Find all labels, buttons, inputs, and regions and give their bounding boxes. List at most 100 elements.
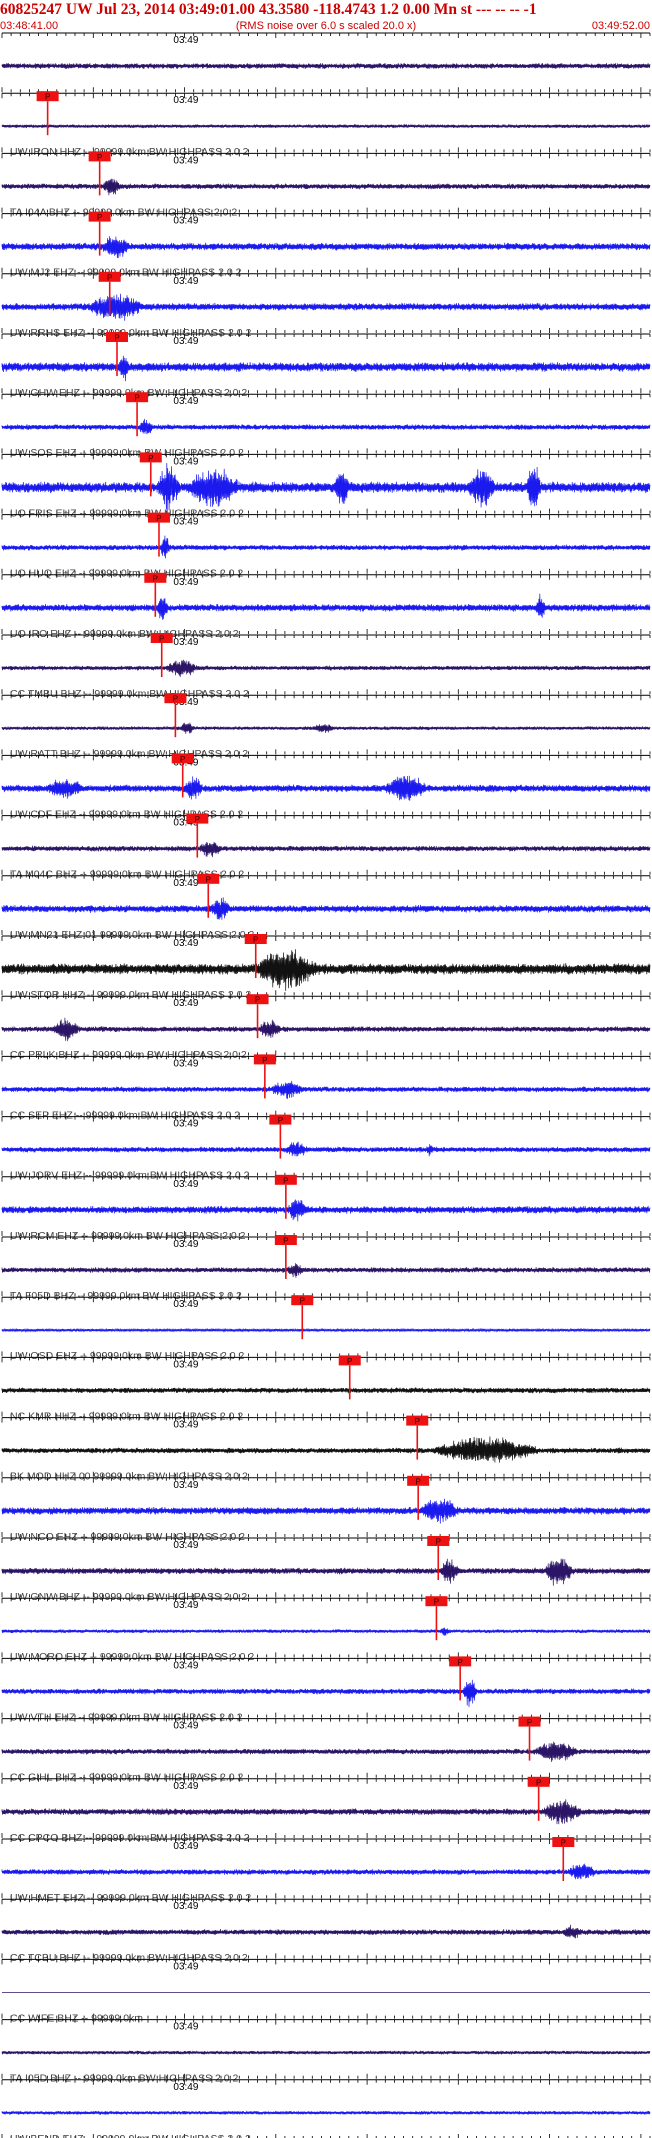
minute-label: 03:49 xyxy=(173,396,198,407)
minute-label: 03:49 xyxy=(173,1179,198,1190)
waveform xyxy=(1,2050,651,2055)
axis-ticks xyxy=(1,1237,651,1297)
waveform xyxy=(1,897,651,920)
station-label: NC KMR HHZ -- 99999.0km BW HIGHPASS 2.0 … xyxy=(10,1410,243,1422)
minute-label: 03:49 xyxy=(173,938,198,949)
station-label: UW RCM EHZ -- 99999.0km BW HIGHPASS 2.0 … xyxy=(10,1230,246,1242)
axis-ticks xyxy=(1,574,651,634)
minute-label: 03:49 xyxy=(173,637,198,648)
waveform xyxy=(1,1199,651,1222)
minute-label: 03:49 xyxy=(173,1540,198,1551)
minute-label: 03:49 xyxy=(173,456,198,467)
minute-label: 03:49 xyxy=(173,878,198,889)
minute-label: 03:49 xyxy=(173,95,198,106)
station-label: TA I04A BHZ -- 99999.0km BW HIGHPASS 2.0… xyxy=(10,206,237,218)
station-label: UW HMET EHZ -- 99999.0km BW HIGHPASS 2.0… xyxy=(10,1892,251,1904)
minute-label: 03:49 xyxy=(173,1299,198,1310)
minute-label: 03:49 xyxy=(173,1961,198,1972)
axis-ticks xyxy=(1,1417,651,1477)
station-label: CC PRLK BHZ -- 99999.0km BW HIGHPASS 2.0… xyxy=(10,1049,247,1061)
minute-label: 03:49 xyxy=(173,1480,198,1491)
waveform xyxy=(1,1436,651,1463)
waveform xyxy=(1,1498,651,1524)
waveform xyxy=(1,722,651,734)
axis-ticks xyxy=(1,996,651,1056)
waveform xyxy=(1,659,651,678)
seismogram-plot: 03:49 03:49 UW IRON HHZ -- 99999.0km BW HI… xyxy=(1,32,651,2138)
station-label: UW MJ2 EHZ -- 99999.0km BW HIGHPASS 2.0 … xyxy=(10,267,242,279)
pick-label: P xyxy=(436,1538,441,1547)
waveform xyxy=(1,1263,651,1278)
station-label: UW STOR HHZ -- 99999.0km BW HIGHPASS 2.0… xyxy=(10,989,251,1001)
pick-label: P xyxy=(434,1598,439,1607)
waveform xyxy=(1,949,651,991)
pick-label: P xyxy=(45,93,50,102)
pick-label: P xyxy=(561,1839,566,1848)
pick-label: P xyxy=(415,1417,420,1426)
pick-label: P xyxy=(347,1357,352,1366)
pick-label: P xyxy=(278,1116,283,1125)
station-label: TA I05D BHZ -- 99999.0km BW HIGHPASS 2.0… xyxy=(10,2073,239,2085)
waveform xyxy=(1,1741,651,1762)
station-label: UO FRIS EHZ -- 99999.0km BW HIGHPASS 2.0… xyxy=(10,507,244,519)
station-label: UW OSD EHZ -- 99999.0km BW HIGHPASS 2.0 … xyxy=(10,1350,245,1362)
pick-label: P xyxy=(148,454,153,463)
pick-label: P xyxy=(114,334,119,343)
station-label: UW SOS EHZ -- 99999.0km BW HIGHPASS 2.0 … xyxy=(10,447,244,459)
station-label: UO HUQ EHZ -- 99999.0km BW HIGHPASS 2.0 … xyxy=(10,568,243,580)
minute-label: 03:49 xyxy=(173,1600,198,1611)
waveform xyxy=(1,1080,651,1100)
pick-label: P xyxy=(153,574,158,583)
minute-label: 03:49 xyxy=(173,517,198,528)
waveform xyxy=(1,1924,651,1939)
axis-ticks xyxy=(1,1658,651,1718)
station-label: UW VTH EHZ -- 99999.0km BW HIGHPASS 2.0 … xyxy=(10,1711,243,1723)
pick-label: P xyxy=(195,815,200,824)
axis-ticks xyxy=(1,394,651,454)
pick-label: P xyxy=(180,755,185,764)
minute-label: 03:49 xyxy=(173,1359,198,1370)
minute-label: 03:49 xyxy=(173,1660,198,1671)
waveform xyxy=(1,1017,651,1042)
waveform xyxy=(1,842,651,858)
minute-label: 03:49 xyxy=(173,276,198,287)
axis-ticks xyxy=(1,1116,651,1176)
station-label: CC WIFE BHZ -- 99999.0km xyxy=(10,2012,143,2024)
axis-ticks xyxy=(1,695,651,755)
pick-label: P xyxy=(283,1237,288,1246)
waveform xyxy=(1,775,651,801)
waveform xyxy=(1,1799,651,1825)
pick-label: P xyxy=(134,394,139,403)
minute-label: 03:49 xyxy=(173,336,198,347)
station-label: UW BEND EHZ -- 99999.0km BW HIGHPASS 2.0… xyxy=(10,2133,251,2138)
waveform xyxy=(1,123,651,129)
minute-label: 03:49 xyxy=(173,1721,198,1732)
pick-label: P xyxy=(97,213,102,222)
axis-ticks xyxy=(1,1598,651,1658)
pick-label: P xyxy=(536,1778,541,1787)
axis-ticks xyxy=(1,815,651,875)
axis-ticks xyxy=(1,1899,651,1959)
waveform xyxy=(1,462,651,513)
minute-label: 03:49 xyxy=(173,1058,198,1069)
pick-label: P xyxy=(262,1056,267,1065)
station-label: UW IRON HHZ -- 99999.0km BW HIGHPASS 2.0… xyxy=(10,146,249,158)
waveform xyxy=(1,1627,651,1636)
station-label: BK MOD HHZ 00 99999.0km BW HIGHPASS 2.0 … xyxy=(10,1471,248,1483)
pick-label: P xyxy=(156,514,161,523)
pick-label: P xyxy=(97,153,102,162)
axis-ticks xyxy=(1,514,651,574)
axis-ticks xyxy=(1,1056,651,1116)
pick-label: P xyxy=(527,1718,532,1727)
waveform xyxy=(1,593,651,620)
pick-label: P xyxy=(173,695,178,704)
axis-ticks xyxy=(1,2019,651,2079)
seismogram-page: 60825247 UW Jul 23, 2014 03:49:01.00 43.… xyxy=(0,0,652,2138)
minute-label: 03:49 xyxy=(173,1901,198,1912)
pick-label: P xyxy=(457,1658,462,1667)
waveform xyxy=(1,1558,651,1586)
axis-ticks xyxy=(1,1176,651,1236)
waveform xyxy=(1,535,651,559)
pick-label: P xyxy=(416,1477,421,1486)
station-label: UW MORO EHZ -- 99999.0km BW HIGHPASS 2.0… xyxy=(10,1651,254,1663)
